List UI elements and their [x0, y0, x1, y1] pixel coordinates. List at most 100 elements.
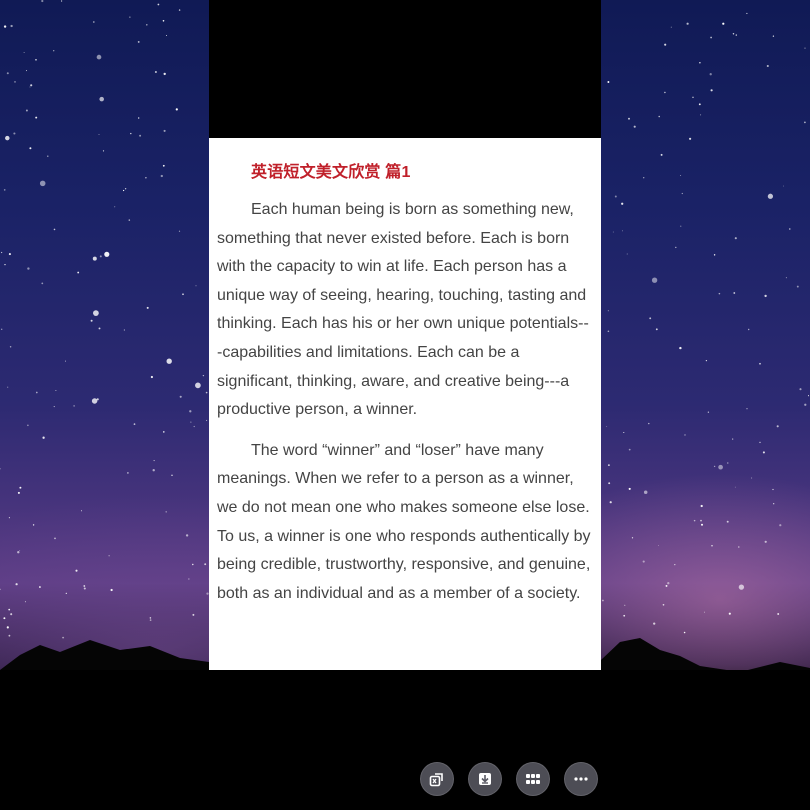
star	[665, 584, 668, 587]
star	[735, 34, 737, 36]
star	[664, 43, 667, 46]
star	[783, 185, 784, 187]
star	[206, 419, 208, 422]
star	[98, 327, 101, 330]
star	[0, 588, 1, 590]
star	[799, 388, 802, 391]
star	[185, 534, 189, 537]
star	[202, 374, 205, 377]
star	[631, 537, 634, 539]
star	[65, 592, 67, 595]
star	[138, 117, 140, 119]
star	[7, 386, 9, 388]
star	[607, 330, 610, 333]
star	[123, 329, 125, 331]
star	[163, 431, 165, 433]
star	[722, 22, 725, 25]
star	[699, 62, 701, 64]
star	[612, 231, 614, 233]
star	[96, 54, 102, 60]
star	[83, 587, 86, 590]
star	[648, 422, 650, 425]
star	[3, 25, 7, 28]
star	[8, 517, 10, 519]
star	[772, 488, 774, 491]
star	[146, 24, 148, 26]
star	[785, 277, 787, 279]
star	[53, 50, 55, 52]
star	[41, 282, 44, 285]
star	[681, 192, 683, 195]
star	[9, 345, 12, 348]
star	[658, 545, 659, 546]
star	[91, 398, 98, 404]
star	[779, 524, 782, 527]
star	[178, 230, 181, 232]
star	[759, 362, 761, 365]
star	[606, 426, 608, 427]
star	[41, 0, 44, 3]
star	[23, 51, 25, 53]
star	[804, 121, 806, 124]
document-title: 英语短文美文欣赏 篇1	[251, 164, 411, 181]
more-options-button[interactable]	[564, 762, 598, 796]
star	[10, 24, 13, 28]
star	[128, 219, 131, 221]
bottom-toolbar	[420, 762, 598, 796]
star	[29, 147, 32, 150]
star	[643, 490, 648, 495]
star	[30, 84, 33, 87]
star	[0, 251, 3, 254]
star	[137, 40, 140, 43]
star	[13, 132, 16, 135]
star	[160, 174, 163, 178]
star	[718, 464, 723, 470]
document-paragraph-1: Each human being is born as something ne…	[217, 201, 589, 419]
star	[163, 72, 166, 76]
star	[6, 72, 9, 75]
star	[175, 108, 178, 111]
star	[153, 460, 155, 462]
star	[53, 228, 56, 231]
star	[807, 395, 810, 397]
star	[150, 375, 154, 379]
star	[53, 406, 55, 408]
star	[166, 35, 167, 36]
star	[165, 511, 167, 513]
star	[700, 504, 703, 508]
star	[162, 164, 165, 167]
star	[747, 328, 750, 331]
star	[628, 448, 631, 451]
star	[75, 569, 78, 572]
download-button[interactable]	[468, 762, 502, 796]
star	[195, 285, 197, 287]
star	[705, 359, 708, 362]
star	[713, 254, 716, 256]
star	[139, 134, 142, 137]
star	[772, 35, 775, 37]
star	[773, 503, 775, 505]
star	[17, 551, 20, 554]
star	[47, 155, 49, 157]
star	[19, 486, 22, 489]
star	[3, 189, 6, 191]
star	[146, 306, 149, 309]
star	[746, 408, 748, 410]
star	[92, 256, 97, 261]
star	[621, 202, 624, 205]
star	[746, 12, 748, 14]
star	[19, 550, 21, 552]
star	[621, 230, 623, 232]
star	[734, 237, 737, 240]
star	[182, 293, 184, 296]
star	[114, 206, 116, 208]
document-page[interactable]: 英语短文美文欣赏 篇1 Each human being is born as …	[209, 138, 601, 670]
star	[660, 153, 663, 156]
export-button[interactable]	[420, 762, 454, 796]
star	[83, 585, 86, 587]
grid-view-button[interactable]	[516, 762, 550, 796]
star	[670, 26, 672, 28]
more-icon	[574, 777, 588, 781]
star	[152, 469, 155, 472]
star	[93, 310, 99, 316]
